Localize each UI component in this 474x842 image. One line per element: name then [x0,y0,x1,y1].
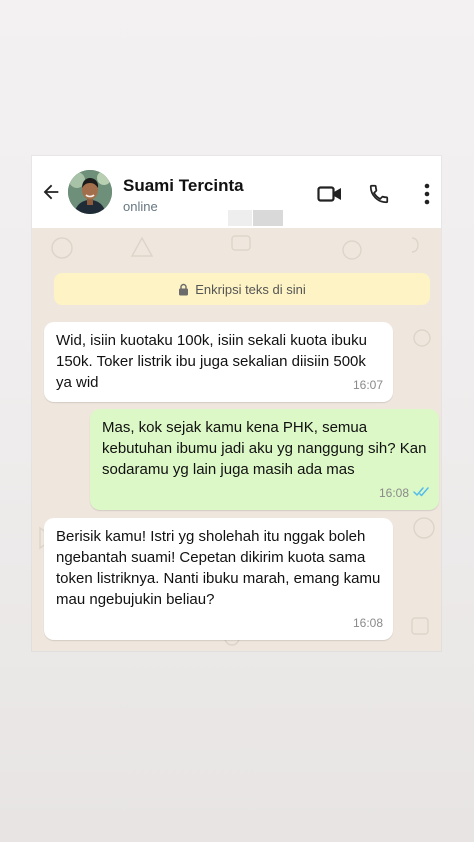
phone-icon[interactable] [366,181,392,207]
message-text: Berisik kamu! Istri yg sholehah itu ngga… [56,528,381,608]
message-time: 16:08 [352,616,383,630]
contact-status: online [123,199,158,214]
message-time: 16:08 [378,486,409,500]
read-ticks-icon [413,482,431,503]
message-text: Wid, isiin kuotaku 100k, isiin sekali ku… [56,332,367,391]
chat-header: Suami Tercinta online [32,156,441,228]
back-arrow-icon[interactable] [38,179,64,205]
message-time: 16:07 [352,378,383,392]
blur-patch [228,210,252,226]
message-incoming[interactable]: Berisik kamu! Istri yg sholehah itu ngga… [44,518,393,640]
message-outgoing[interactable]: Mas, kok sejak kamu kena PHK, semua kebu… [90,409,439,510]
encryption-notice[interactable]: Enkripsi teks di sini [54,273,430,305]
video-call-icon[interactable] [317,181,343,207]
blur-patch [253,210,283,226]
avatar[interactable] [68,170,112,214]
chat-screenshot: Suami Tercinta online Enkripsi teks di s… [32,156,441,651]
message-incoming[interactable]: Wid, isiin kuotaku 100k, isiin sekali ku… [44,322,393,402]
message-text: Mas, kok sejak kamu kena PHK, semua kebu… [102,419,427,478]
encryption-notice-text: Enkripsi teks di sini [195,281,306,297]
more-vertical-icon[interactable] [414,181,440,207]
contact-name[interactable]: Suami Tercinta [123,176,244,196]
lock-icon [178,283,189,296]
